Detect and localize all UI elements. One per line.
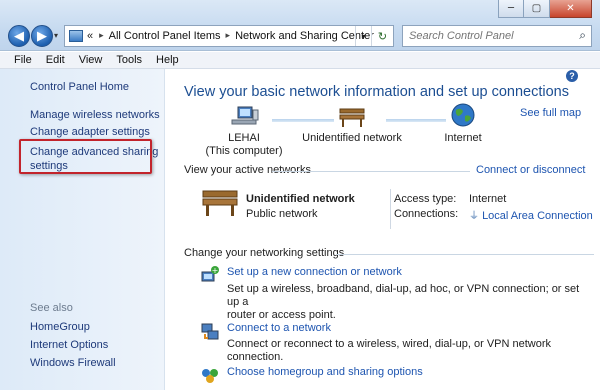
homegroup-icon	[202, 369, 218, 383]
maximize-button[interactable]: ▢	[524, 0, 550, 18]
minimize-button[interactable]: ─	[498, 0, 524, 18]
search-icon[interactable]: ⌕	[579, 28, 586, 43]
sidebar: Control Panel Home Manage wireless netwo…	[0, 69, 165, 390]
recent-pages-dropdown[interactable]: ▾	[54, 31, 58, 40]
divider	[390, 189, 391, 229]
new-connection-icon: +	[201, 266, 219, 282]
sidebar-item-control-panel-home[interactable]: Control Panel Home	[30, 80, 129, 94]
setup-new-connection-link[interactable]: Set up a new connection or network	[227, 266, 402, 278]
connections-value: ⏚ Local Area Connection	[469, 207, 593, 222]
chevron-right-icon: ▸	[99, 31, 104, 41]
active-network-name: Unidentified network	[246, 193, 355, 205]
control-panel-icon	[69, 30, 83, 42]
network-location-type-link[interactable]: Public network	[246, 208, 318, 220]
highlight-annotation	[19, 139, 152, 174]
connect-to-network-description: Connect or reconnect to a wireless, wire…	[227, 338, 552, 363]
divider	[272, 171, 470, 172]
setup-new-connection-description: Set up a wireless, broadband, dial-up, a…	[227, 283, 580, 321]
homegroup-sharing-options-link[interactable]: Choose homegroup and sharing options	[227, 366, 423, 378]
see-full-map-link[interactable]: See full map	[520, 107, 581, 119]
address-overflow-icon[interactable]: «	[87, 30, 93, 42]
internet-label: Internet	[444, 132, 482, 144]
menu-file[interactable]: File	[14, 54, 32, 66]
breadcrumb-all-control-panel-items[interactable]: All Control Panel Items	[109, 30, 221, 42]
access-type-value: Internet	[469, 193, 507, 205]
menu-edit[interactable]: Edit	[46, 54, 65, 66]
bench-icon	[339, 108, 365, 127]
access-type-label: Access type:	[394, 193, 457, 205]
help-icon[interactable]: ?	[566, 70, 578, 82]
menu-help[interactable]: Help	[156, 54, 179, 66]
main-pane: ? View your basic network information an…	[166, 69, 600, 390]
local-area-connection-link[interactable]: Local Area Connection	[482, 210, 593, 222]
map-node-internet[interactable]: Internet	[437, 103, 489, 145]
address-dropdown-icon[interactable]: ▾	[355, 26, 371, 46]
sidebar-item-internet-options[interactable]: Internet Options	[30, 338, 108, 352]
map-node-network[interactable]: Unidentified network	[302, 106, 402, 145]
computer-name: LEHAI	[228, 132, 260, 144]
page-title: View your basic network information and …	[184, 84, 570, 100]
computer-subtitle: (This computer)	[205, 145, 283, 157]
window-controls: ─ ▢ ✕	[498, 0, 592, 18]
connections-label: Connections:	[394, 208, 459, 220]
active-networks-heading: View your active networks	[184, 164, 311, 176]
divider	[336, 254, 594, 255]
sidebar-item-windows-firewall[interactable]: Windows Firewall	[30, 356, 116, 370]
svg-text:+: +	[212, 266, 219, 275]
refresh-icon[interactable]: ↻	[371, 26, 393, 46]
search-input[interactable]	[409, 30, 569, 42]
globe-icon	[451, 103, 475, 127]
network-name: Unidentified network	[302, 132, 402, 144]
connect-network-icon	[201, 323, 219, 340]
search-box[interactable]: ⌕	[402, 25, 592, 47]
chevron-right-icon[interactable]: ▸	[226, 31, 231, 41]
address-bar[interactable]: « ▸ All Control Panel Items ▸ Network an…	[64, 25, 394, 47]
breadcrumb-network-and-sharing-center[interactable]: Network and Sharing Center	[235, 30, 374, 42]
sidebar-item-manage-wireless-networks[interactable]: Manage wireless networks	[30, 108, 160, 122]
menu-view[interactable]: View	[79, 54, 103, 66]
connect-to-network-link[interactable]: Connect to a network	[227, 322, 331, 334]
menu-tools[interactable]: Tools	[116, 54, 142, 66]
forward-button[interactable]: ▶	[31, 25, 53, 47]
close-button[interactable]: ✕	[550, 0, 592, 18]
title-bar: ─ ▢ ✕ ◀ ▶ ▾ « ▸ All Control Panel Items …	[0, 0, 600, 51]
sidebar-item-homegroup[interactable]: HomeGroup	[30, 320, 90, 334]
back-button[interactable]: ◀	[8, 25, 30, 47]
menu-bar: File Edit View Tools Help	[0, 52, 600, 69]
connect-or-disconnect-link[interactable]: Connect or disconnect	[476, 164, 585, 176]
map-node-computer[interactable]: LEHAI (This computer)	[204, 106, 284, 158]
change-settings-heading: Change your networking settings	[184, 247, 345, 259]
computer-icon	[231, 106, 259, 125]
connection-plug-icon: ⏚	[469, 211, 479, 222]
sidebar-item-change-adapter-settings[interactable]: Change adapter settings	[30, 125, 150, 139]
bench-icon	[202, 190, 238, 216]
see-also-heading: See also	[30, 302, 73, 314]
